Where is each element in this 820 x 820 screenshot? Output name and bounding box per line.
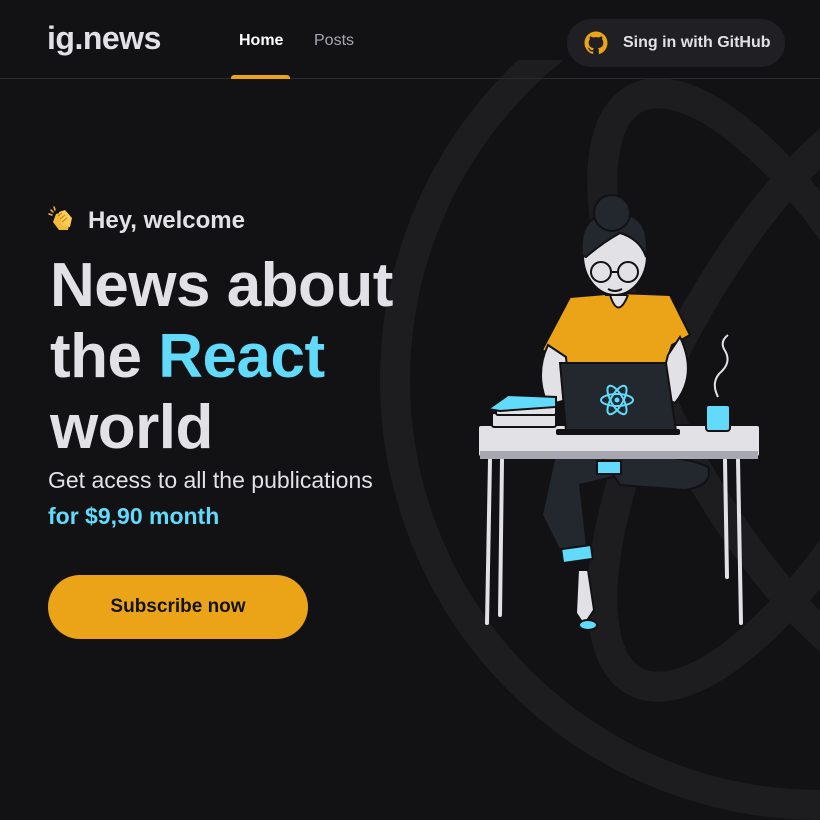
welcome-label: Hey, welcome bbox=[88, 207, 245, 234]
subscription-description: Get acess to all the publications bbox=[48, 467, 373, 493]
woman-coding-illustration bbox=[477, 194, 761, 631]
logo[interactable]: ig.news bbox=[47, 20, 161, 57]
headline-line-2-prefix: the bbox=[50, 322, 159, 391]
signin-label: Sing in with GitHub bbox=[623, 34, 771, 51]
github-icon bbox=[584, 31, 608, 55]
top-header: ig.news Home Posts Sing in with GitHub bbox=[0, 0, 820, 79]
active-nav-indicator bbox=[231, 75, 290, 79]
subscribe-button[interactable]: Subscribe now bbox=[48, 575, 308, 639]
welcome-text: Hey, welcome bbox=[48, 204, 245, 235]
page: ig.news Home Posts Sing in with GitHub H… bbox=[0, 0, 820, 820]
nav-posts-link[interactable]: Posts bbox=[314, 32, 354, 50]
subscription-price: for $9,90 month bbox=[48, 503, 220, 529]
clapping-hands-icon bbox=[48, 206, 72, 230]
headline-line-3: world bbox=[50, 393, 213, 462]
headline-accent-react: React bbox=[158, 322, 325, 391]
page-title: News about the React world bbox=[50, 250, 393, 463]
signin-github-button[interactable]: Sing in with GitHub bbox=[567, 19, 785, 67]
headline-line-1: News about bbox=[50, 251, 393, 320]
nav-home-link[interactable]: Home bbox=[239, 32, 283, 50]
